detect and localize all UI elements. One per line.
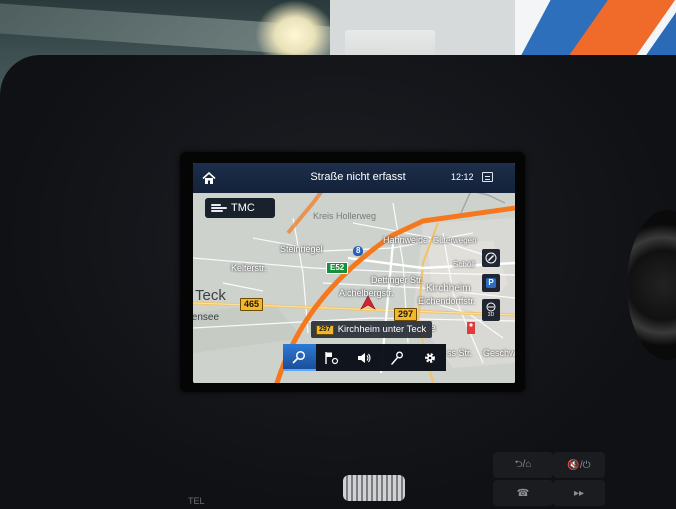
gear-icon bbox=[424, 352, 435, 363]
map-label-eichendorff: Eichendorffstr. bbox=[418, 296, 476, 306]
destination-banner[interactable]: 297 Kirchheim unter Teck bbox=[311, 321, 433, 338]
phone-hw-button[interactable]: ☎ bbox=[493, 480, 553, 506]
home-icon bbox=[202, 171, 216, 184]
view-3d-button[interactable]: 3D bbox=[482, 299, 500, 321]
bottom-toolbar bbox=[283, 344, 446, 371]
parking-button[interactable]: P bbox=[482, 274, 500, 292]
voice-button[interactable] bbox=[348, 344, 381, 371]
map-label-kirchheim: Kirchheim bbox=[426, 283, 471, 294]
route-button[interactable] bbox=[381, 344, 414, 371]
parking-icon: P bbox=[486, 278, 496, 288]
traffic-icon bbox=[211, 203, 227, 213]
route-icon bbox=[391, 351, 404, 365]
map-label-tensee: tensee bbox=[193, 312, 220, 323]
search-button[interactable] bbox=[283, 344, 316, 371]
road-shield-b465: 465 bbox=[240, 298, 264, 311]
road-shield-a8: 8 bbox=[353, 246, 364, 256]
flag-icon bbox=[325, 351, 339, 364]
navigation-screen[interactable]: Kreis Hollerweg Steinriegel Kelterstr. T… bbox=[193, 163, 515, 383]
destinations-button[interactable] bbox=[316, 344, 349, 371]
tmc-button[interactable]: TMC bbox=[205, 198, 275, 218]
map-label-teck: Teck bbox=[195, 287, 226, 304]
speaker-icon bbox=[357, 352, 371, 363]
map-label-gueterwegen: Güterwegen bbox=[433, 236, 477, 245]
skip-hw-button[interactable]: ▸▸ bbox=[553, 480, 605, 506]
clock: 12:12 bbox=[451, 172, 474, 182]
destination-road-shield: 297 bbox=[316, 324, 334, 335]
map-label-dettinger: Dettinger Str. bbox=[371, 275, 424, 285]
mute-power-hw-button[interactable]: 🔇/⏻ bbox=[553, 452, 605, 478]
status-header: Straße nicht erfasst 12:12 bbox=[193, 163, 515, 193]
road-shield-b297: 297 bbox=[394, 308, 418, 321]
home-button[interactable] bbox=[199, 168, 219, 188]
volume-knob[interactable] bbox=[343, 475, 405, 501]
map-label-aichelberg: Aichelbergstr. bbox=[339, 288, 394, 298]
tmc-label: TMC bbox=[231, 202, 255, 214]
map-label-hahnweide: Hahnweide bbox=[383, 235, 429, 245]
view-3d-label: 3D bbox=[487, 312, 495, 318]
back-home-hw-button[interactable]: ⮌/⌂ bbox=[493, 452, 553, 478]
map-label-steinriegel: Steinriegel bbox=[280, 244, 323, 254]
map-label-kelterstr: Kelterstr. bbox=[231, 263, 267, 273]
current-street-label: Straße nicht erfasst bbox=[310, 171, 406, 183]
settings-button[interactable] bbox=[413, 344, 446, 371]
bank-poi-icon bbox=[467, 322, 475, 334]
search-icon bbox=[292, 350, 306, 363]
compass-button[interactable] bbox=[482, 249, 500, 267]
tel-label: TEL bbox=[188, 496, 205, 506]
3d-view-icon bbox=[486, 302, 496, 312]
map-label-schoell: Schöll bbox=[453, 260, 475, 269]
road-shield-e52: E52 bbox=[326, 262, 349, 274]
compass-icon bbox=[485, 252, 497, 264]
messages-icon[interactable] bbox=[482, 172, 493, 182]
map-label-kreis: Kreis Hollerweg bbox=[313, 211, 377, 221]
map-label-ssstr: ss Str. bbox=[447, 348, 473, 358]
destination-name: Kirchheim unter Teck bbox=[337, 324, 427, 335]
map-label-geschw: Geschw bbox=[483, 348, 515, 358]
